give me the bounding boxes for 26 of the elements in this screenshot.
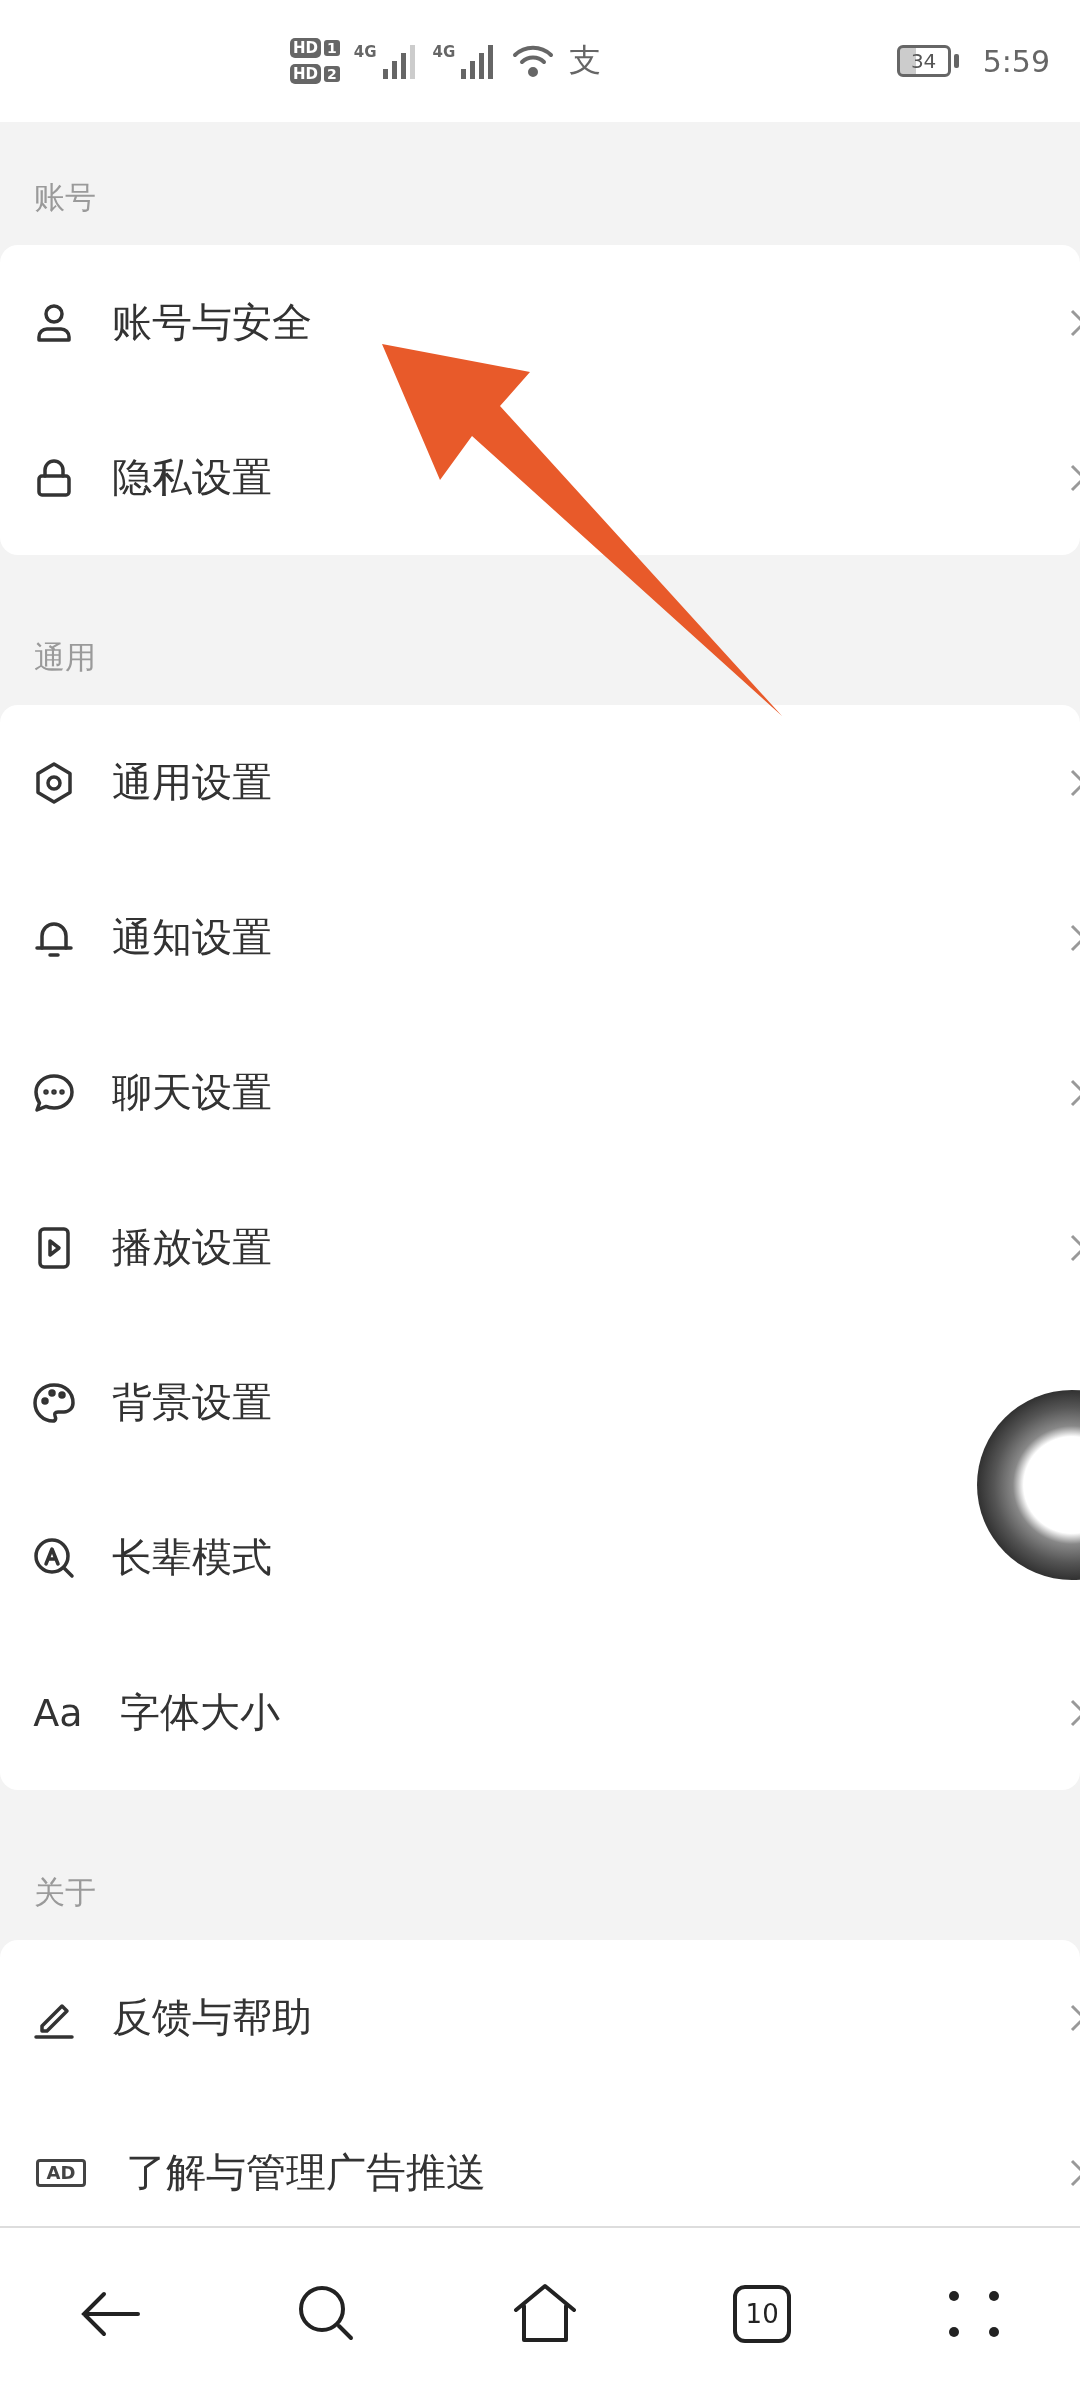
status-time: 5:59 bbox=[982, 43, 1050, 79]
settings-label[interactable]: 播放设置 bbox=[112, 1220, 272, 1275]
network-type: 4G bbox=[353, 43, 377, 61]
hd-badge: HD bbox=[290, 64, 321, 84]
settings-label[interactable]: 反馈与帮助 bbox=[112, 1990, 312, 2045]
section-header: 账号 bbox=[34, 178, 96, 217]
settings-label[interactable]: 字体大小 bbox=[120, 1685, 280, 1740]
network-type: 4G bbox=[432, 43, 456, 61]
font-size-icon: Aa bbox=[30, 1690, 86, 1735]
settings-label[interactable]: 聊天设置 bbox=[112, 1065, 272, 1120]
ad-icon: AD bbox=[36, 2158, 86, 2187]
sim-slot: 2 bbox=[324, 66, 340, 82]
settings-label[interactable]: 通知设置 bbox=[112, 910, 272, 965]
hd-badge: HD bbox=[290, 38, 321, 58]
settings-label[interactable]: 背景设置 bbox=[112, 1375, 272, 1430]
settings-label[interactable]: 通用设置 bbox=[112, 755, 272, 810]
settings-label[interactable]: 了解与管理广告推送 bbox=[126, 2145, 486, 2200]
sim-slot: 1 bbox=[324, 40, 340, 56]
settings-label[interactable]: 隐私设置 bbox=[112, 450, 272, 505]
wifi-icon bbox=[511, 43, 556, 79]
settings-label[interactable]: 长辈模式 bbox=[112, 1530, 272, 1585]
section-header: 通用 bbox=[34, 638, 96, 677]
settings-label[interactable]: 账号与安全 bbox=[112, 295, 312, 350]
tabs-button[interactable]: 10 bbox=[733, 2285, 792, 2343]
notification-glyph: 支 bbox=[569, 40, 602, 81]
section-header: 关于 bbox=[34, 1873, 96, 1912]
